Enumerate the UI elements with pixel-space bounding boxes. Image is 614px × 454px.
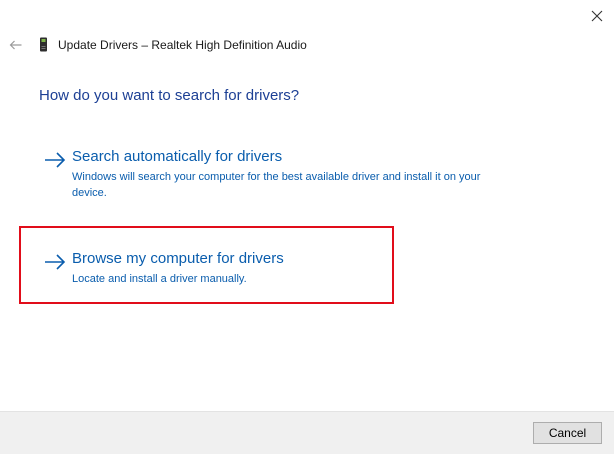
back-arrow-icon [9, 40, 21, 50]
footer-bar: Cancel [0, 411, 614, 454]
page-heading: How do you want to search for drivers? [39, 87, 300, 104]
search-automatically-option[interactable]: Search automatically for drivers Windows… [44, 148, 514, 199]
option-title: Browse my computer for drivers [72, 250, 284, 267]
right-arrow-icon [45, 152, 66, 168]
cancel-button[interactable]: Cancel [533, 422, 602, 444]
window-title: Update Drivers – Realtek High Definition… [58, 38, 307, 52]
close-button[interactable] [584, 4, 610, 28]
option-description: Windows will search your computer for th… [72, 171, 481, 199]
browse-computer-option[interactable]: Browse my computer for drivers Locate an… [44, 250, 514, 290]
right-arrow-icon [45, 254, 66, 270]
option-title: Search automatically for drivers [72, 148, 283, 165]
update-drivers-window: Update Drivers – Realtek High Definition… [0, 0, 614, 454]
close-icon [591, 10, 603, 22]
audio-device-icon [40, 37, 47, 52]
option-description: Locate and install a driver manually. [72, 273, 247, 285]
back-button[interactable] [8, 38, 22, 52]
